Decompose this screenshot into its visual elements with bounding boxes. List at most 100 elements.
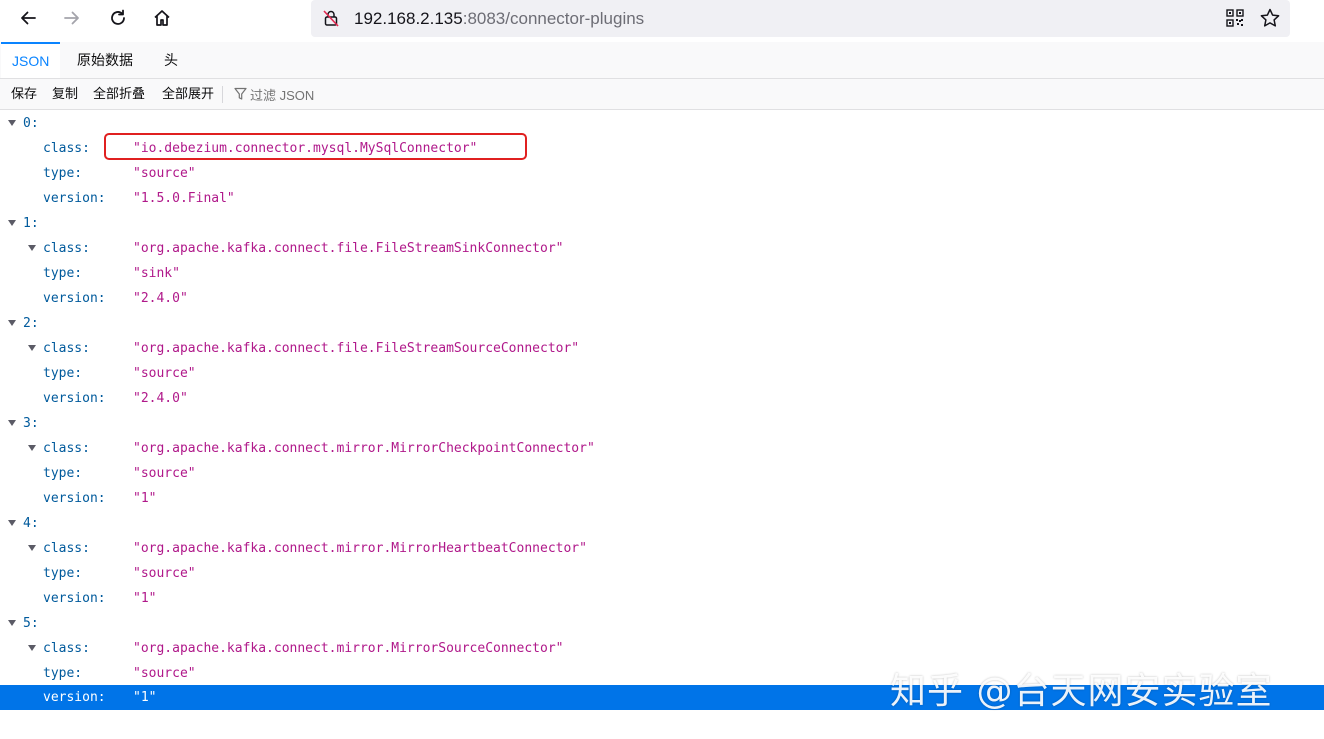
class-value: "org.apache.kafka.connect.mirror.MirrorC… [133,441,595,456]
index-key: 3: [23,416,39,431]
class-key: class: [43,441,90,456]
expand-toggle-icon[interactable] [8,120,16,126]
browser-toolbar: 192.168.2.135:8083/connector-plugins [0,0,1324,40]
expand-all-button[interactable]: 全部展开 [162,79,214,109]
tree-row-index[interactable]: 3: [0,411,1324,436]
expand-toggle-icon[interactable] [8,620,16,626]
back-arrow-icon [21,11,36,25]
type-value: "sink" [133,266,180,281]
home-button[interactable] [146,4,178,32]
index-key: 5: [23,616,39,631]
type-value: "source" [133,566,196,581]
reload-button[interactable] [102,4,134,32]
tree-row-version[interactable]: version: "2.4.0" [0,286,1324,311]
filter-funnel-icon [234,87,247,100]
json-toolbar: 保存 复制 全部折叠 全部展开 过滤 JSON [0,79,1324,110]
forward-button[interactable] [56,4,88,32]
version-value: "2.4.0" [133,291,188,306]
tab-raw-data[interactable]: 原始数据 [66,42,144,78]
tree-row-version[interactable]: version: "1.5.0.Final" [0,186,1324,211]
tree-row-class[interactable]: class: "org.apache.kafka.connect.mirror.M… [0,436,1324,461]
expand-toggle-icon[interactable] [28,245,36,251]
qr-code-icon[interactable] [1225,8,1245,28]
version-key: version: [43,391,106,406]
type-key: type: [43,466,83,481]
version-value: "1" [133,591,157,606]
save-button[interactable]: 保存 [11,79,37,109]
index-key: 2: [23,316,39,331]
class-value: "org.apache.kafka.connect.file.FileStrea… [133,341,580,356]
bookmark-star-icon[interactable] [1259,7,1281,29]
filter-json-input[interactable]: 过滤 JSON [234,85,314,103]
class-key: class: [43,241,90,256]
back-button[interactable] [12,4,44,32]
class-key: class: [43,641,90,656]
address-bar[interactable]: 192.168.2.135:8083/connector-plugins [311,0,1290,37]
version-value: "1" [133,491,157,506]
tree-row-index[interactable]: 1: [0,211,1324,236]
expand-toggle-icon[interactable] [28,545,36,551]
version-key: version: [43,591,106,606]
version-key: version: [43,291,106,306]
tree-row-class[interactable]: class: "org.apache.kafka.connect.mirror.M… [0,536,1324,561]
class-value: "org.apache.kafka.connect.mirror.MirrorH… [133,541,587,556]
tree-row-type[interactable]: type: "source" [0,461,1324,486]
tree-row-class[interactable]: class: "org.apache.kafka.connect.file.Fil… [0,336,1324,361]
tree-row-version[interactable]: version: "2.4.0" [0,386,1324,411]
url-path: :8083/connector-plugins [462,9,645,28]
version-key: version: [43,690,106,705]
tree-row-type[interactable]: type: "sink" [0,261,1324,286]
reload-icon [111,9,125,25]
expand-toggle-icon[interactable] [28,645,36,651]
version-value: "2.4.0" [133,391,188,406]
forward-arrow-icon [64,11,79,25]
tree-row-class[interactable]: class: "org.apache.kafka.connect.mirror.M… [0,636,1324,661]
version-key: version: [43,491,106,506]
version-value: "1" [133,690,157,705]
expand-toggle-icon[interactable] [28,345,36,351]
type-value: "source" [133,366,196,381]
tree-row-index[interactable]: 5: [0,611,1324,636]
expand-toggle-icon[interactable] [8,520,16,526]
index-key: 1: [23,216,39,231]
class-key: class: [43,141,90,156]
type-key: type: [43,666,83,681]
filter-placeholder: 过滤 JSON [250,87,315,103]
tab-json[interactable]: JSON [1,42,61,78]
expand-toggle-icon[interactable] [8,220,16,226]
tree-row-version[interactable]: version: "1" [0,586,1324,611]
insecure-lock-icon [323,10,339,27]
tree-row-index[interactable]: 4: [0,511,1324,536]
tree-row-class[interactable]: class: "org.apache.kafka.connect.file.Fil… [0,236,1324,261]
red-highlight-annotation [104,133,527,160]
version-key: version: [43,191,106,206]
type-value: "source" [133,466,196,481]
tab-headers[interactable]: 头 [153,42,189,78]
toolbar-divider [222,86,223,103]
tree-row-type[interactable]: type: "source" [0,161,1324,186]
tree-row-type[interactable]: type: "source" [0,561,1324,586]
url-host: 192.168.2.135 [354,9,463,28]
index-key: 4: [23,516,39,531]
tree-row-type[interactable]: type: "source" [0,361,1324,386]
expand-toggle-icon[interactable] [8,320,16,326]
type-value: "source" [133,666,196,681]
tree-row-version[interactable]: version: "1" [0,486,1324,511]
expand-toggle-icon[interactable] [8,420,16,426]
class-value: "org.apache.kafka.connect.file.FileStrea… [133,241,564,256]
type-key: type: [43,366,83,381]
url-text[interactable]: 192.168.2.135:8083/connector-plugins [354,9,644,29]
copy-button[interactable]: 复制 [52,79,78,109]
type-value: "source" [133,166,196,181]
class-value: "org.apache.kafka.connect.mirror.MirrorS… [133,641,564,656]
tree-row-index[interactable]: 2: [0,311,1324,336]
version-value: "1.5.0.Final" [133,191,235,206]
expand-toggle-icon[interactable] [28,445,36,451]
type-key: type: [43,566,83,581]
class-key: class: [43,541,90,556]
type-key: type: [43,166,83,181]
index-key: 0: [23,116,39,131]
collapse-all-button[interactable]: 全部折叠 [93,79,145,109]
watermark-text: 知乎 @台天网安实验室 [890,671,1273,712]
class-key: class: [43,341,90,356]
